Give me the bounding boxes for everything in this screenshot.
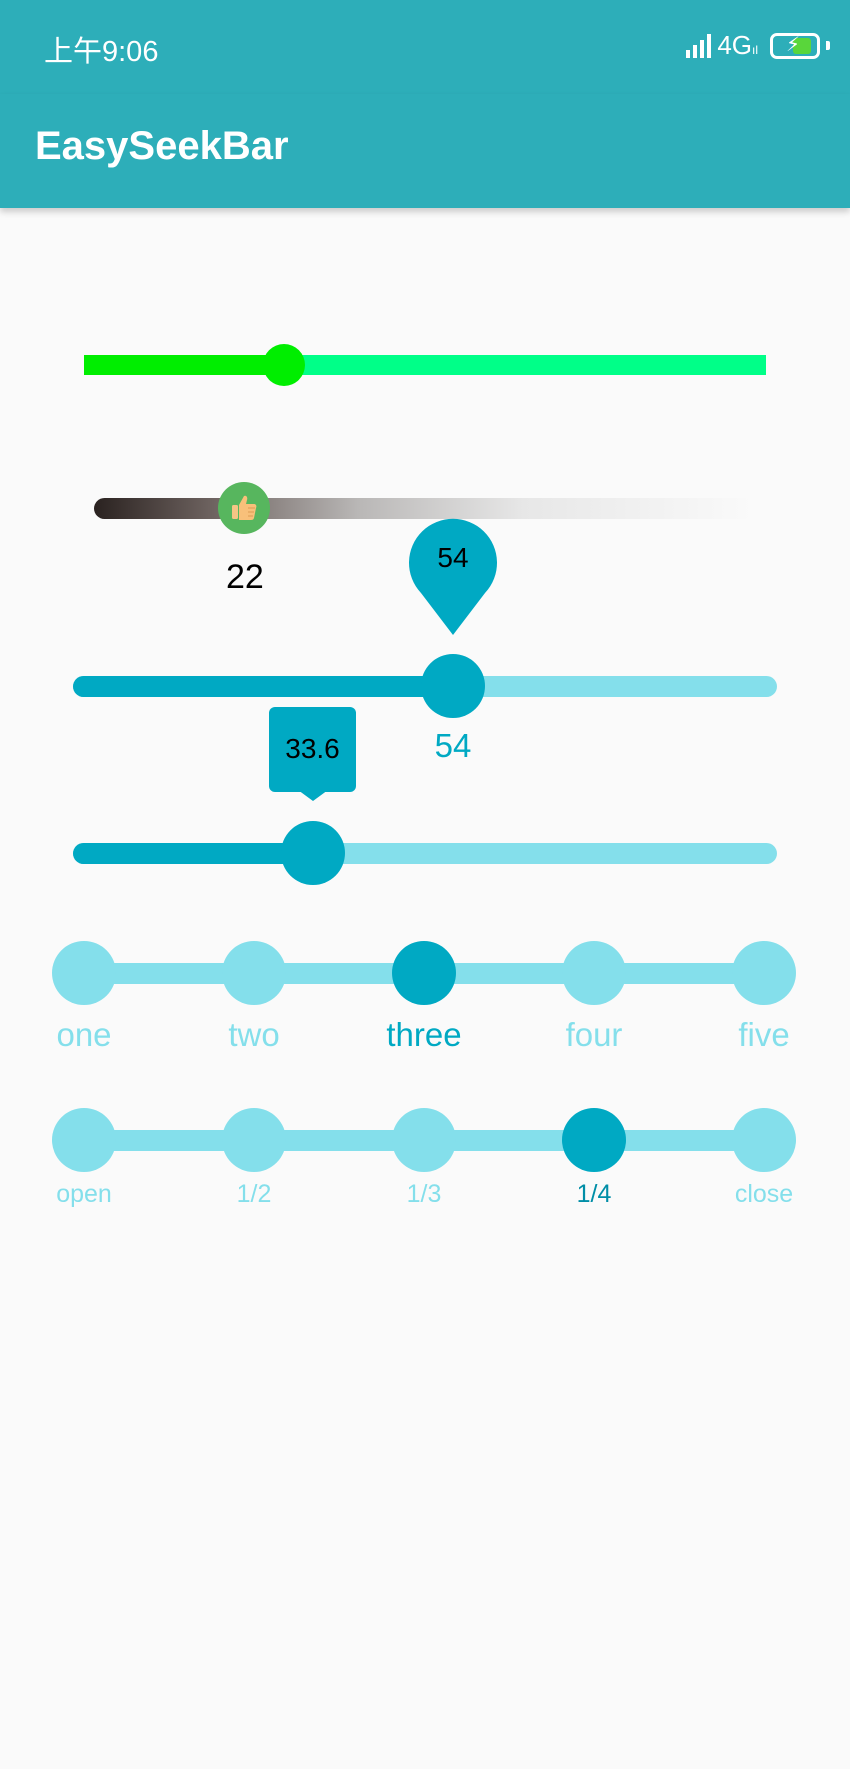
step-dot-open[interactable] bbox=[52, 1108, 116, 1172]
step-label-open[interactable]: open bbox=[4, 1180, 164, 1209]
seekbar-thumb[interactable] bbox=[218, 482, 270, 534]
step-dot-one[interactable] bbox=[52, 941, 116, 1005]
value-pin-indicator bbox=[409, 518, 497, 635]
step-label-three[interactable]: three bbox=[344, 1016, 504, 1054]
step-dot-two[interactable] bbox=[222, 941, 286, 1005]
network-label: 4G bbox=[717, 30, 752, 60]
step-dot-half[interactable] bbox=[222, 1108, 286, 1172]
step-label-half[interactable]: 1/2 bbox=[174, 1180, 334, 1209]
step-label-quarter[interactable]: 1/4 bbox=[514, 1180, 674, 1209]
app-title: EasySeekBar bbox=[35, 124, 289, 168]
value-box-arrow bbox=[298, 790, 328, 801]
seekbar-thumb[interactable] bbox=[421, 654, 485, 718]
status-bar: 上午9:06 4Gıl ⚡ bbox=[0, 0, 850, 94]
network-sub-label: ıl bbox=[752, 43, 758, 57]
step-dot-five[interactable] bbox=[732, 941, 796, 1005]
battery-charging-icon: ⚡ bbox=[770, 32, 820, 59]
seekbar-progress bbox=[73, 676, 453, 697]
seekbar-progress bbox=[84, 355, 284, 375]
step-dot-quarter[interactable] bbox=[562, 1108, 626, 1172]
status-time: 上午9:06 bbox=[44, 36, 159, 68]
battery-tip bbox=[826, 41, 830, 50]
seekbar-thumb[interactable] bbox=[263, 344, 305, 386]
network-type: 4Gıl bbox=[717, 30, 758, 61]
seekbar-value: 54 bbox=[434, 727, 472, 764]
step-label-two[interactable]: two bbox=[174, 1016, 334, 1054]
signal-icon bbox=[686, 33, 712, 58]
box-value: 33.6 bbox=[285, 733, 340, 764]
seekbar-progress bbox=[73, 843, 313, 864]
seekbar-track[interactable] bbox=[94, 498, 754, 519]
pin-value: 54 bbox=[437, 542, 469, 573]
step-label-close[interactable]: close bbox=[684, 1180, 844, 1209]
step-dot-three[interactable] bbox=[392, 941, 456, 1005]
step-dot-close[interactable] bbox=[732, 1108, 796, 1172]
step-label-four[interactable]: four bbox=[514, 1016, 674, 1054]
seekbar-thumb[interactable] bbox=[281, 821, 345, 885]
step-dot-third[interactable] bbox=[392, 1108, 456, 1172]
step-label-one[interactable]: one bbox=[4, 1016, 164, 1054]
status-icons: 4Gıl ⚡ bbox=[686, 30, 830, 61]
step-label-five[interactable]: five bbox=[684, 1016, 844, 1054]
thumbs-up-icon bbox=[232, 495, 257, 520]
seekbar-value: 22 bbox=[226, 558, 264, 596]
step-dot-four[interactable] bbox=[562, 941, 626, 1005]
step-label-third[interactable]: 1/3 bbox=[344, 1180, 504, 1209]
